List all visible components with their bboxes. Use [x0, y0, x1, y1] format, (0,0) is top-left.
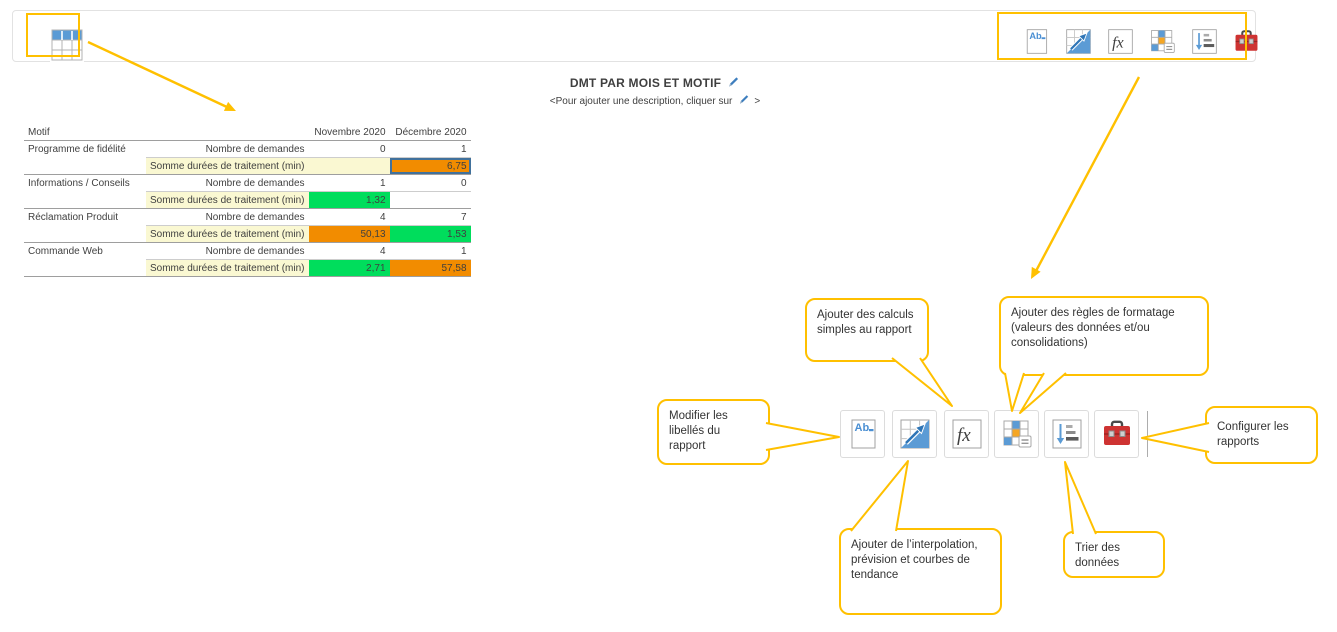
value-cell[interactable] — [309, 158, 390, 175]
value-cell[interactable] — [390, 192, 471, 209]
tail-formatting-1 — [1005, 373, 1024, 411]
report-header: DMT PAR MOIS ET MOTIF — [455, 74, 855, 93]
value-cell[interactable]: 50,13 — [309, 226, 390, 243]
table-header-row: Motif Novembre 2020 Décembre 2020 — [24, 124, 471, 141]
edit-labels-button-large[interactable] — [840, 410, 885, 458]
callout-configure-reports-text: Configurer les rapports — [1217, 420, 1306, 450]
edit-title-pencil-icon[interactable] — [727, 75, 740, 93]
edit-description-pencil-icon[interactable] — [738, 93, 750, 108]
motif-cell[interactable] — [24, 158, 146, 175]
value-cell[interactable]: 1,53 — [390, 226, 471, 243]
motif-cell[interactable]: Informations / Conseils — [24, 175, 146, 192]
motif-cell[interactable] — [24, 226, 146, 243]
tail-edit-labels — [766, 423, 839, 450]
metric-cell[interactable]: Nombre de demandes — [146, 243, 309, 260]
value-cell[interactable]: 1 — [309, 175, 390, 192]
report-table: Motif Novembre 2020 Décembre 2020 Progra… — [24, 124, 471, 277]
table-row: Programme de fidélité Nombre de demandes… — [24, 141, 471, 158]
table-row: Réclamation Produit Nombre de demandes 4… — [24, 209, 471, 226]
callout-simple-calculations: Ajouter des calculs simples au rapport — [805, 298, 929, 362]
callout-configure-reports: Configurer les rapports — [1205, 406, 1318, 464]
metric-cell[interactable]: Nombre de demandes — [146, 209, 309, 226]
description-hint-close: > — [754, 96, 760, 107]
value-cell[interactable]: 1 — [390, 141, 471, 158]
sort-data-button-large[interactable] — [1044, 410, 1089, 458]
formatting-rules-icon — [1001, 418, 1033, 450]
configure-reports-button-large[interactable] — [1094, 410, 1139, 458]
arrow-to-icon-strip — [1031, 77, 1139, 279]
column-header-decembre[interactable]: Décembre 2020 — [390, 124, 471, 141]
value-cell[interactable]: 1,32 — [309, 192, 390, 209]
icon-strip-separator — [1147, 411, 1148, 457]
value-cell[interactable]: 57,58 — [390, 260, 471, 277]
motif-cell[interactable]: Commande Web — [24, 243, 146, 260]
highlight-box-toolbar-icons — [997, 12, 1247, 60]
metric-cell[interactable]: Somme durées de traitement (min) — [146, 226, 309, 243]
tail-sort — [1065, 462, 1096, 534]
table-row: Commande Web Nombre de demandes 4 1 — [24, 243, 471, 260]
callout-edit-labels: Modifier les libellés du rapport — [657, 399, 770, 465]
interpolation-trend-button-large[interactable] — [892, 410, 937, 458]
tail-calculations — [892, 358, 952, 406]
metric-cell[interactable]: Somme durées de traitement (min) — [146, 158, 309, 175]
toolbox-icon — [1101, 418, 1133, 450]
table-row: Somme durées de traitement (min) 1,32 — [24, 192, 471, 209]
edit-labels-icon — [847, 418, 879, 450]
highlight-box-table-icon — [26, 13, 80, 57]
table-row: Somme durées de traitement (min) 50,13 1… — [24, 226, 471, 243]
callout-interpolation: Ajouter de l’interpolation, prévision et… — [839, 528, 1002, 615]
value-cell[interactable]: 2,71 — [309, 260, 390, 277]
motif-cell[interactable] — [24, 260, 146, 277]
interpolation-trend-icon — [899, 418, 931, 450]
tail-configure — [1142, 423, 1209, 452]
column-header-metric — [146, 124, 309, 141]
report-title: DMT PAR MOIS ET MOTIF — [570, 76, 721, 90]
metric-cell[interactable]: Somme durées de traitement (min) — [146, 260, 309, 277]
metric-cell[interactable]: Nombre de demandes — [146, 141, 309, 158]
simple-calculations-icon — [951, 418, 983, 450]
value-cell[interactable]: 4 — [309, 209, 390, 226]
motif-cell[interactable]: Programme de fidélité — [24, 141, 146, 158]
value-cell[interactable]: 4 — [309, 243, 390, 260]
table-row: Somme durées de traitement (min) 2,71 57… — [24, 260, 471, 277]
motif-cell[interactable]: Réclamation Produit — [24, 209, 146, 226]
value-cell[interactable]: 6,75 — [390, 158, 471, 175]
sort-data-icon — [1051, 418, 1083, 450]
metric-cell[interactable]: Somme durées de traitement (min) — [146, 192, 309, 209]
report-description-hint: <Pour ajouter une description, cliquer s… — [455, 93, 855, 108]
metric-cell[interactable]: Nombre de demandes — [146, 175, 309, 192]
column-header-novembre[interactable]: Novembre 2020 — [309, 124, 390, 141]
value-cell[interactable]: 0 — [309, 141, 390, 158]
tail-interpolation — [851, 461, 908, 531]
tail-formatting-2 — [1020, 373, 1066, 413]
value-cell[interactable]: 1 — [390, 243, 471, 260]
simple-calculations-button-large[interactable] — [944, 410, 989, 458]
callout-sort-data: Trier des données — [1063, 531, 1165, 578]
callout-formatting-rules: Ajouter des règles de formatage (valeurs… — [999, 296, 1209, 376]
table-row: Informations / Conseils Nombre de demand… — [24, 175, 471, 192]
report-table-container: Motif Novembre 2020 Décembre 2020 Progra… — [24, 124, 471, 277]
column-header-motif[interactable]: Motif — [24, 124, 146, 141]
table-row: Somme durées de traitement (min) 6,75 — [24, 158, 471, 175]
motif-cell[interactable] — [24, 192, 146, 209]
formatting-rules-button-large[interactable] — [994, 410, 1039, 458]
description-hint-text: <Pour ajouter une description, cliquer s… — [550, 96, 733, 107]
value-cell[interactable]: 7 — [390, 209, 471, 226]
report-builder-canvas: Ab fx — [0, 0, 1337, 632]
value-cell[interactable]: 0 — [390, 175, 471, 192]
